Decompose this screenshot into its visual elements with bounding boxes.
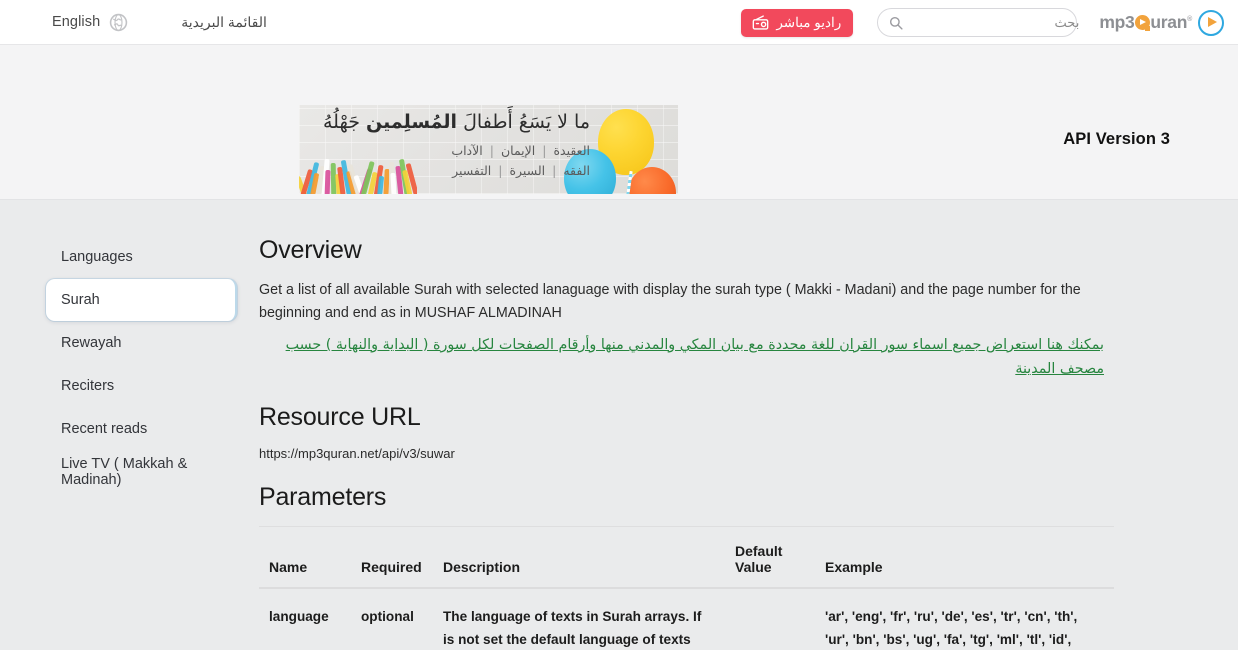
cell-description: The language of texts in Surah arrays. I…	[443, 609, 702, 647]
parameters-heading: Parameters	[259, 483, 387, 511]
banner-title-part2: جَهْلُهُ	[322, 111, 366, 133]
banner-topic: السيرة	[509, 163, 546, 178]
radio-button-label: راديو مباشر	[776, 14, 842, 30]
banner-topic: التفسير	[452, 163, 492, 178]
api-version-label: API Version 3	[1063, 130, 1170, 148]
banner-topics-row-2: الفقه | السيرة | التفسير	[452, 163, 590, 178]
logo-text-after: uran	[1150, 12, 1188, 32]
cell-required: optional	[361, 609, 414, 624]
column-header-default-value: Default Value	[725, 527, 815, 589]
table-header-row: Name Required Description Default Value …	[259, 527, 1114, 589]
logo-q-icon	[1134, 15, 1150, 31]
banner-strip: ما لا يَسَعُ أَطفالَ المُسلِمين جَهْلُهُ…	[0, 45, 1238, 200]
page-body: Languages Surah Rewayah Reciters Recent …	[0, 200, 1238, 649]
sidebar-item-label: Recent reads	[61, 421, 148, 437]
banner-separator: |	[498, 163, 503, 178]
search-icon	[889, 16, 903, 30]
sidebar: Languages Surah Rewayah Reciters Recent …	[0, 236, 255, 649]
banner-topic: الإيمان	[500, 143, 536, 158]
column-header-default-line2: Value	[735, 559, 772, 575]
promo-banner[interactable]: ما لا يَسَعُ أَطفالَ المُسلِمين جَهْلُهُ…	[299, 105, 678, 194]
logo-text-before: mp3	[1099, 12, 1135, 32]
mailing-list-link[interactable]: القائمة البريدية	[181, 14, 267, 31]
logo-wordmark: mp3 uran ®	[1099, 12, 1192, 33]
sidebar-item-recent-reads[interactable]: Recent reads	[46, 408, 237, 450]
search-box[interactable]	[877, 8, 1082, 37]
top-bar-left: English القائمة البريدية	[0, 13, 267, 32]
confetti-decoration	[299, 154, 417, 194]
cell-default-value	[725, 588, 815, 650]
sidebar-item-label: Surah	[61, 292, 100, 308]
column-header-default-line1: Default	[735, 543, 783, 559]
banner-title-bold: المُسلِمين	[366, 111, 458, 133]
play-circle-icon[interactable]	[1198, 9, 1224, 36]
banner-separator: |	[542, 143, 547, 158]
column-header-required: Required	[351, 527, 433, 589]
top-bar: English القائمة البريدية راديو مباشر بحث…	[0, 0, 1238, 45]
globe-icon	[109, 13, 128, 32]
overview-heading: Overview	[259, 236, 362, 264]
sidebar-item-label: Languages	[61, 249, 133, 265]
sidebar-item-live-tv[interactable]: Live TV ( Makkah & Madinah)	[46, 451, 237, 493]
banner-topics-row-1: العقيدة | الإيمان | الآداب	[451, 143, 590, 158]
language-switcher[interactable]: English	[52, 13, 128, 32]
site-logo[interactable]: mp3 uran ®	[1099, 9, 1224, 36]
column-header-name: Name	[259, 527, 351, 589]
logo-registered-mark: ®	[1187, 16, 1192, 23]
sidebar-item-label: Live TV ( Makkah & Madinah)	[61, 456, 188, 488]
overview-paragraph: Get a list of all available Surah with s…	[259, 282, 1081, 321]
banner-topic: العقيدة	[553, 143, 590, 158]
column-header-example: Example	[815, 527, 1114, 589]
sidebar-item-reciters[interactable]: Reciters	[46, 365, 237, 407]
banner-separator: |	[552, 163, 557, 178]
live-radio-button[interactable]: راديو مباشر	[741, 8, 854, 37]
language-label: English	[52, 14, 101, 30]
banner-title-part1: ما لا يَسَعُ أَطفالَ	[457, 111, 590, 133]
column-header-description: Description	[433, 527, 725, 589]
table-row: language optional The language of texts …	[259, 588, 1114, 650]
sidebar-item-label: Rewayah	[61, 335, 122, 351]
search-input[interactable]	[903, 15, 1082, 30]
banner-title: ما لا يَسَعُ أَطفالَ المُسلِمين جَهْلُهُ	[323, 111, 590, 133]
top-bar-right: راديو مباشر mp3	[741, 0, 1238, 45]
main-content: Overview Get a list of all available Sur…	[255, 236, 1238, 649]
sidebar-item-surah[interactable]: Surah	[46, 279, 237, 321]
banner-topic: الآداب	[451, 143, 483, 158]
resource-url-heading: Resource URL	[259, 403, 421, 431]
cell-example: 'ar', 'eng', 'fr', 'ru', 'de', 'es', 'tr…	[825, 609, 1078, 647]
banner-topic: الفقه	[563, 163, 590, 178]
sidebar-item-label: Reciters	[61, 378, 115, 394]
cell-name: language	[269, 609, 329, 624]
parameters-table: Name Required Description Default Value …	[259, 527, 1114, 650]
overview-arabic-link[interactable]: بمكنك هنا استعراض جميع اسماء سور القران …	[259, 333, 1104, 381]
resource-url-value: https://mp3quran.net/api/v3/suwar	[259, 446, 455, 461]
banner-separator: |	[489, 143, 494, 158]
radio-icon	[752, 15, 769, 30]
sidebar-item-languages[interactable]: Languages	[46, 236, 237, 278]
sidebar-item-rewayah[interactable]: Rewayah	[46, 322, 237, 364]
